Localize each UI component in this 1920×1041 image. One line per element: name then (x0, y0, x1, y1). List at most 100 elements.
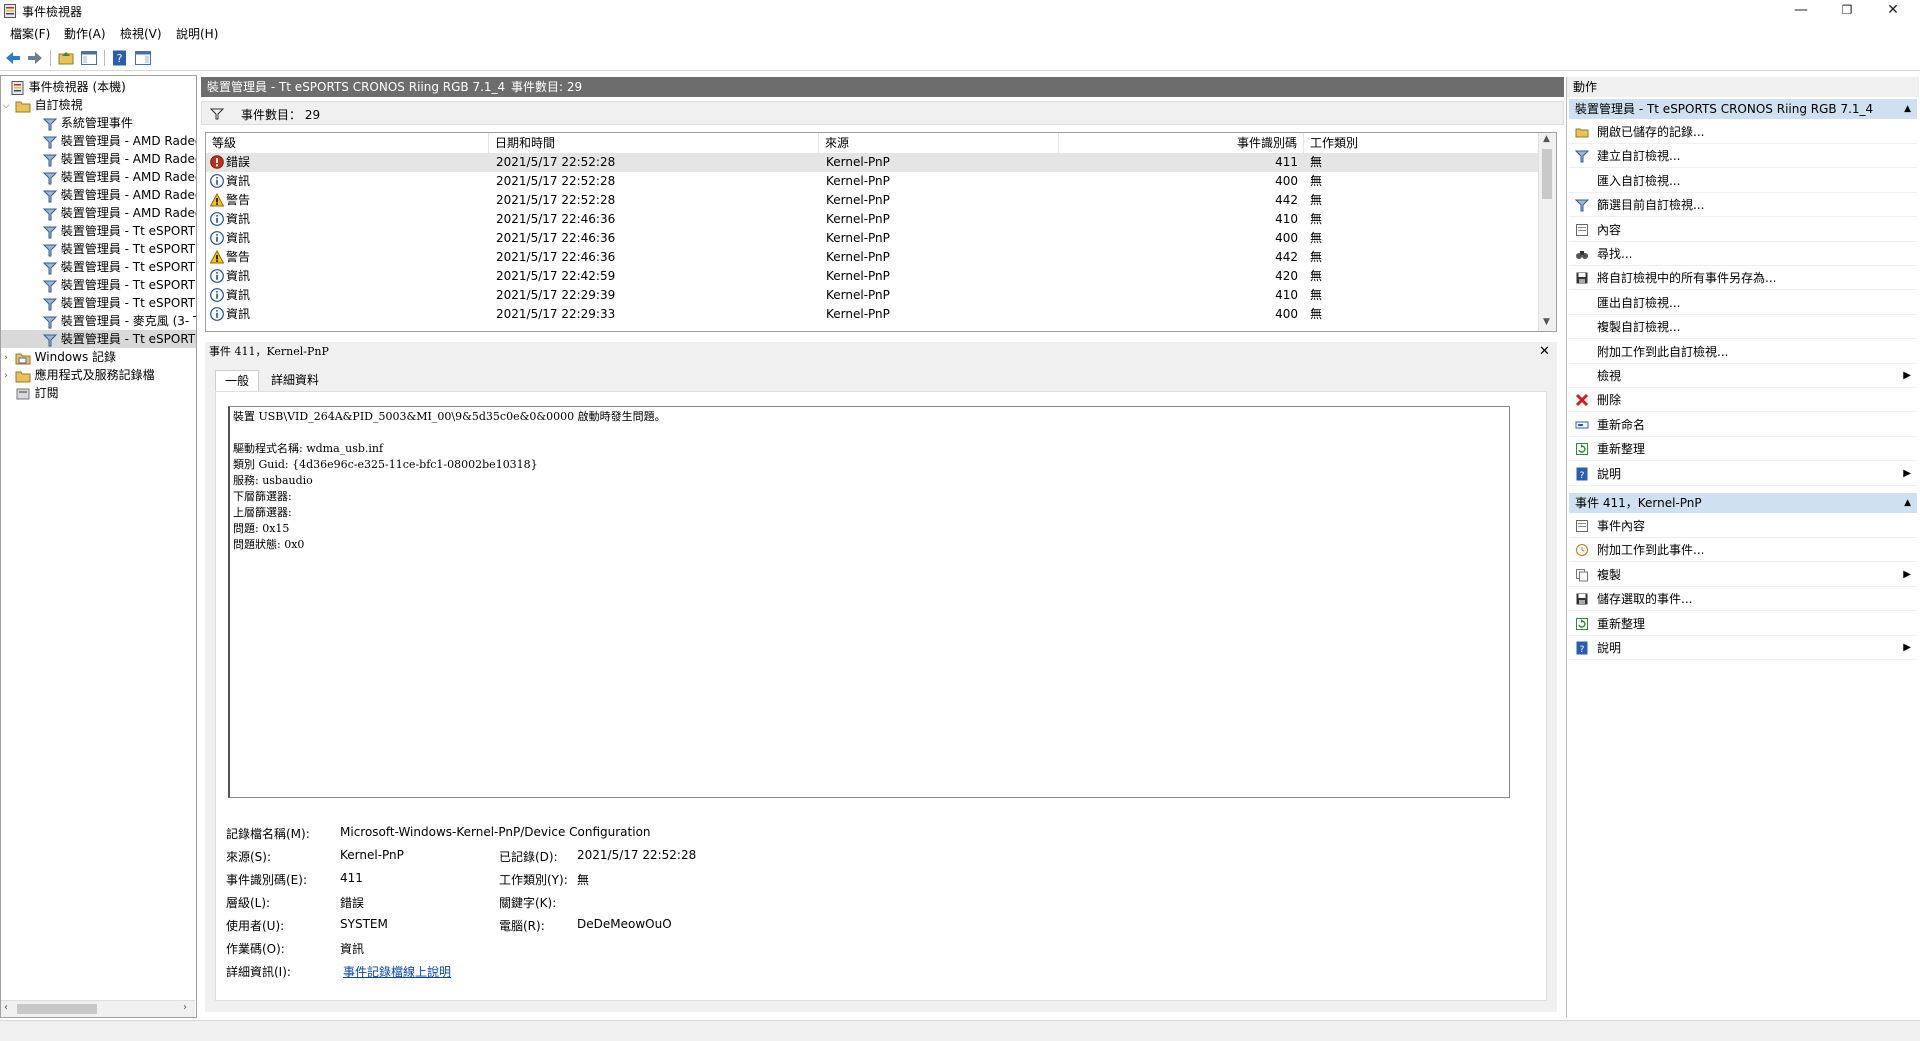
tree-item-custom-view[interactable]: 裝置管理員 - Tt eSPORTS (1, 222, 196, 240)
action-rename[interactable]: 重新命名 (1569, 413, 1917, 437)
event-list-scrollbar[interactable]: ▲ ▼ (1538, 133, 1556, 331)
event-row[interactable]: 資訊 2021/5/17 22:29:39 Kernel-PnP 410 無 (206, 286, 1541, 305)
collapse-chevron-icon[interactable]: ⌵ (1, 97, 11, 115)
action-export-custom-view[interactable]: 匯出自訂檢視... (1569, 291, 1917, 315)
action-save-selected-events[interactable]: 儲存選取的事件... (1569, 587, 1917, 612)
expand-chevron-icon[interactable]: › (1, 367, 11, 385)
action-attach-task-to-event[interactable]: 附加工作到此事件... (1569, 538, 1917, 563)
event-task-category: 無 (1310, 231, 1323, 245)
tree-item-custom-view[interactable]: 裝置管理員 - Tt eSPORTS (1, 240, 196, 258)
help-icon[interactable]: ? (111, 49, 129, 67)
event-row[interactable]: 資訊 2021/5/17 22:52:28 Kernel-PnP 400 無 (206, 172, 1541, 191)
tree-item-custom-view[interactable]: 裝置管理員 - Tt eSPORTS (1, 294, 196, 312)
event-datetime: 2021/5/17 22:46:36 (496, 212, 616, 226)
scroll-down-icon[interactable]: ▼ (1543, 317, 1550, 327)
minimize-button[interactable]: — (1778, 0, 1824, 22)
menu-file[interactable]: 檔案(F) (10, 25, 50, 42)
action-open-saved-log[interactable]: 開啟已儲存的記錄... (1569, 120, 1917, 144)
action-copy[interactable]: 複製 ▶ (1569, 563, 1917, 587)
scroll-up-icon[interactable]: ▲ (1543, 134, 1550, 144)
event-task-category: 無 (1310, 250, 1323, 264)
column-datetime[interactable]: 日期和時間 (489, 133, 819, 153)
action-attach-task-to-custom-view[interactable]: 附加工作到此自訂檢視... (1569, 340, 1917, 364)
back-arrow-icon[interactable] (4, 49, 22, 67)
tree-item-windows-logs[interactable]: › Windows 記錄 (1, 348, 196, 367)
scroll-right-icon[interactable]: › (183, 1002, 187, 1013)
event-message-textbox[interactable]: 裝置 USB\VID_264A&PID_5003&MI_00\9&5d35c0e… (228, 406, 1510, 798)
action-help[interactable]: ? 說明 ▶ (1569, 462, 1917, 486)
tree-item-custom-views[interactable]: ⌵ 自訂檢視 (1, 96, 196, 115)
tree-item-custom-view[interactable]: 裝置管理員 - Tt eSPORTS (1, 276, 196, 294)
scroll-left-icon[interactable]: ‹ (4, 1002, 8, 1013)
action-save-all-events-as[interactable]: 將自訂檢視中的所有事件另存為... (1569, 266, 1917, 291)
tree-item-custom-view[interactable]: 裝置管理員 - AMD Radeon (1, 150, 196, 168)
tree-item-custom-view[interactable]: 裝置管理員 - 麥克風 (3- T (1, 312, 196, 330)
tree-item-app-service-logs[interactable]: › 應用程式及服務記錄檔 (1, 366, 196, 385)
event-row[interactable]: 資訊 2021/5/17 22:29:33 Kernel-PnP 400 無 (206, 305, 1541, 324)
event-datetime: 2021/5/17 22:52:28 (496, 174, 616, 188)
event-row[interactable]: 資訊 2021/5/17 22:46:36 Kernel-PnP 400 無 (206, 229, 1541, 248)
event-row[interactable]: 警告 2021/5/17 22:52:28 Kernel-PnP 442 無 (206, 191, 1541, 210)
tab-general[interactable]: 一般 (215, 370, 260, 391)
tree-item-custom-view[interactable]: 裝置管理員 - AMD Radeon (1, 204, 196, 222)
action-refresh[interactable]: 重新整理 (1569, 612, 1917, 636)
event-row[interactable]: 資訊 2021/5/17 22:42:59 Kernel-PnP 420 無 (206, 267, 1541, 286)
show-hide-tree-icon[interactable] (80, 49, 98, 67)
action-create-custom-view[interactable]: 建立自訂檢視... (1569, 144, 1917, 169)
event-row[interactable]: 錯誤 2021/5/17 22:52:28 Kernel-PnP 411 無 (206, 153, 1541, 172)
forward-arrow-icon[interactable] (26, 49, 44, 67)
action-delete[interactable]: 刪除 (1569, 388, 1917, 413)
menu-view[interactable]: 檢視(V) (120, 25, 162, 42)
column-task-category[interactable]: 工作類別 (1304, 133, 1541, 153)
actions-section-event[interactable]: 事件 411，Kernel-PnP ▲ (1569, 493, 1917, 513)
scroll-thumb[interactable] (1542, 149, 1552, 199)
actions-section-view[interactable]: 裝置管理員 - Tt eSPORTS CRONOS Riing RGB 7.1_… (1569, 99, 1917, 119)
up-folder-icon[interactable] (57, 49, 75, 67)
show-action-pane-icon[interactable] (134, 49, 152, 67)
event-row[interactable]: 警告 2021/5/17 22:46:36 Kernel-PnP 442 無 (206, 248, 1541, 267)
collapse-caret-icon[interactable]: ▲ (1904, 99, 1911, 119)
tree-item-root[interactable]: 事件檢視器 (本機) (1, 78, 196, 96)
column-event-id[interactable]: 事件識別碼 (1059, 133, 1304, 153)
action-help[interactable]: ? 說明 ▶ (1569, 636, 1917, 660)
action-import-custom-view[interactable]: 匯入自訂檢視... (1569, 169, 1917, 193)
action-properties[interactable]: 內容 (1569, 218, 1917, 242)
tree-item-custom-view[interactable]: 裝置管理員 - Tt eSPORTS (1, 330, 197, 348)
tree-item-custom-view[interactable]: 裝置管理員 - AMD Radeon (1, 168, 196, 186)
action-event-properties[interactable]: 事件內容 (1569, 514, 1917, 538)
event-id: 411 (1275, 155, 1298, 169)
user-value: SYSTEM (340, 917, 388, 931)
action-refresh[interactable]: 重新整理 (1569, 437, 1917, 462)
action-copy-custom-view[interactable]: 複製自訂檢視... (1569, 315, 1917, 340)
restore-button[interactable]: ❐ (1824, 0, 1870, 22)
action-view[interactable]: 檢視 ▶ (1569, 364, 1917, 388)
toolbar-separator (104, 50, 105, 66)
column-source[interactable]: 來源 (819, 133, 1059, 153)
filter-view-icon (43, 262, 57, 274)
collapse-caret-icon[interactable]: ▲ (1904, 493, 1911, 513)
event-source: Kernel-PnP (826, 250, 890, 264)
close-window-button[interactable]: ✕ (1870, 0, 1916, 22)
column-level[interactable]: 等級 (206, 133, 489, 153)
keywords-label: 關鍵字(K): (499, 896, 557, 910)
tree-item-custom-view[interactable]: 裝置管理員 - Tt eSPORTS (1, 258, 196, 276)
event-row[interactable]: 資訊 2021/5/17 22:46:36 Kernel-PnP 410 無 (206, 210, 1541, 229)
action-find[interactable]: 尋找... (1569, 242, 1917, 266)
online-help-link[interactable]: 事件記錄檔線上說明 (343, 963, 451, 980)
general-tab-body: 裝置 USB\VID_264A&PID_5003&MI_00\9&5d35c0e… (215, 391, 1547, 1001)
tree-label: 裝置管理員 - Tt eSPORTS (60, 332, 197, 346)
tree-item-custom-view[interactable]: 裝置管理員 - AMD Radeon (1, 186, 196, 204)
tree-item-custom-view[interactable]: 系統管理事件 (1, 114, 196, 132)
filter-view-icon (43, 136, 57, 148)
event-source: Kernel-PnP (826, 155, 890, 169)
action-filter-current-custom-view[interactable]: 篩選目前自訂檢視... (1569, 193, 1917, 218)
expand-chevron-icon[interactable]: › (1, 349, 11, 367)
tree-horizontal-scrollbar[interactable]: ‹ › (1, 1000, 195, 1017)
menu-action[interactable]: 動作(A) (64, 25, 106, 42)
scroll-thumb[interactable] (17, 1004, 97, 1014)
tree-item-custom-view[interactable]: 裝置管理員 - AMD Radeon (1, 132, 196, 150)
menu-help[interactable]: 說明(H) (176, 25, 218, 42)
tab-details[interactable]: 詳細資料 (262, 370, 328, 390)
close-detail-icon[interactable]: ✕ (1539, 342, 1550, 362)
tree-item-subscriptions[interactable]: 訂閱 (1, 384, 196, 402)
